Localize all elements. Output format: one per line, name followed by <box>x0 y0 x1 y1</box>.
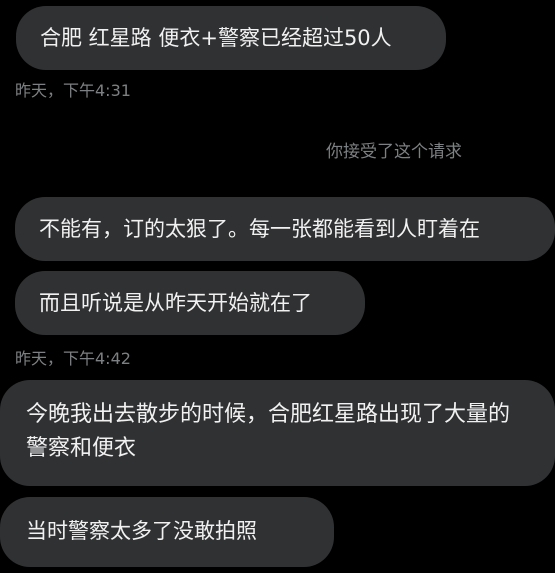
message-text: 当时警察太多了没敢拍照 <box>26 519 257 543</box>
message-text: 而且听说是从昨天开始就在了 <box>39 291 312 315</box>
message-text: 不能有，订的太狠了。每一张都能看到人盯着在 <box>39 217 480 241</box>
message-bubble[interactable]: 当时警察太多了没敢拍照 <box>0 497 334 567</box>
request-accepted-notice: 你接受了这个请求 <box>326 142 462 162</box>
message-bubble[interactable]: 今晚我出去散步的时候，合肥红星路出现了大量的警察和便衣 <box>0 380 555 486</box>
message-timestamp: 昨天，下午4:42 <box>15 349 131 368</box>
message-timestamp: 昨天，下午4:31 <box>15 81 131 100</box>
message-text: 合肥 红星路 便衣+警察已经超过50人 <box>40 26 392 50</box>
message-text: 今晚我出去散步的时候，合肥红星路出现了大量的警察和便衣 <box>26 402 511 461</box>
message-bubble[interactable]: 合肥 红星路 便衣+警察已经超过50人 <box>16 6 446 70</box>
message-bubble[interactable]: 而且听说是从昨天开始就在了 <box>15 271 365 335</box>
message-bubble[interactable]: 不能有，订的太狠了。每一张都能看到人盯着在 <box>15 197 555 261</box>
